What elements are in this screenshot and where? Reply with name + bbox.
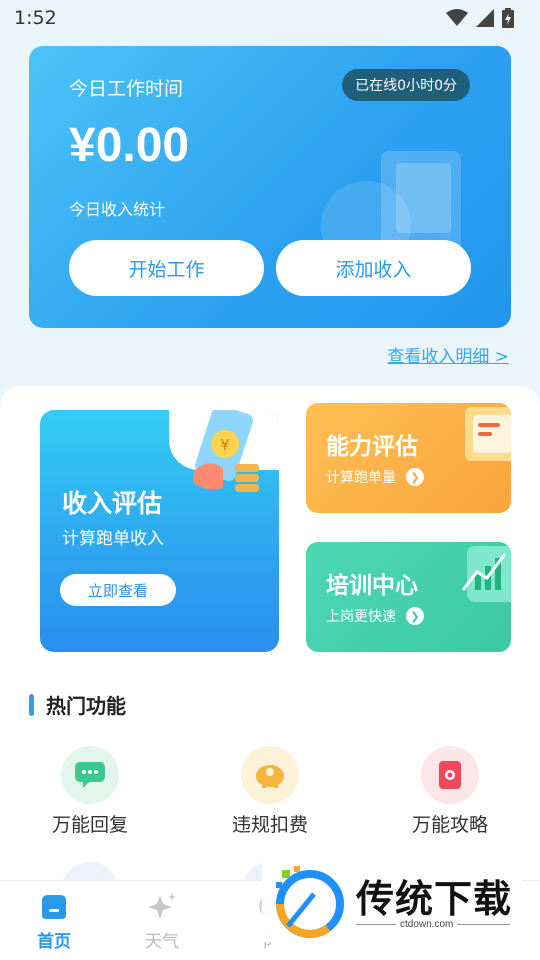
income-evaluation-title: 收入评估 <box>62 489 163 518</box>
hot-functions-title: 热门功能 <box>46 694 126 718</box>
training-center-title: 培训中心 <box>326 573 418 599</box>
watermark: 传统下载 ctdown.com <box>262 862 522 942</box>
training-center-subtitle: 上岗更快速 <box>326 609 396 625</box>
feature-violation-fee[interactable]: 违规扣费 <box>210 746 330 837</box>
watermark-url: ctdown.com <box>396 919 458 930</box>
nav-weather[interactable]: 天气 <box>127 891 197 952</box>
guide-book-icon <box>421 746 479 804</box>
nav-label: 首页 <box>37 932 71 952</box>
feature-universal-reply[interactable]: 万能回复 <box>30 746 150 837</box>
add-income-button[interactable]: 添加收入 <box>276 240 471 296</box>
feature-label: 万能回复 <box>51 814 128 836</box>
status-time: 1:52 <box>14 7 57 29</box>
today-income-label: 今日收入统计 <box>69 200 166 219</box>
status-bar: 1:52 <box>0 0 540 36</box>
svg-text:¥: ¥ <box>220 436 230 454</box>
online-duration-badge: 已在线0小时0分 <box>342 69 470 101</box>
section-accent-bar <box>29 693 34 716</box>
chat-bubble-icon <box>61 746 119 804</box>
signal-icon <box>476 9 494 27</box>
ability-evaluation-subtitle: 计算跑单量 <box>326 470 396 486</box>
home-icon <box>42 895 66 919</box>
folder-icon <box>465 407 511 461</box>
view-now-button[interactable]: 立即查看 <box>60 574 176 606</box>
wifi-icon <box>446 9 468 26</box>
arrow-right-icon: ❯ <box>406 607 424 625</box>
work-time-title: 今日工作时间 <box>69 78 184 100</box>
nav-label: 天气 <box>145 932 179 952</box>
feature-label: 万能攻略 <box>411 814 488 836</box>
battery-icon <box>502 8 514 28</box>
ability-evaluation-subtitle-row: 计算跑单量 ❯ <box>326 467 424 487</box>
work-time-card: 今日工作时间 已在线0小时0分 ¥0.00 今日收入统计 开始工作 添加收入 <box>29 46 511 328</box>
feature-label: 违规扣费 <box>231 814 308 836</box>
feature-universal-guide[interactable]: 万能攻略 <box>390 746 510 837</box>
training-center-subtitle-row: 上岗更快速 ❯ <box>326 606 424 626</box>
training-center-card[interactable]: 培训中心 上岗更快速 ❯ <box>306 542 511 652</box>
income-evaluation-subtitle: 计算跑单收入 <box>62 529 164 549</box>
view-income-details-link[interactable]: 查看收入明细 > <box>387 342 509 367</box>
hot-functions-header: 热门功能 <box>29 690 126 719</box>
nav-home[interactable]: 首页 <box>19 891 89 952</box>
growth-chart-icon <box>461 546 511 602</box>
start-work-button[interactable]: 开始工作 <box>69 240 264 296</box>
phone-coins-illustration-icon: ¥ <box>193 410 259 492</box>
income-evaluation-card[interactable]: ¥ 收入评估 计算跑单收入 立即查看 <box>40 410 279 652</box>
today-income-amount: ¥0.00 <box>69 119 190 172</box>
ability-evaluation-card[interactable]: 能力评估 计算跑单量 ❯ <box>306 403 511 513</box>
ability-evaluation-title: 能力评估 <box>326 434 418 460</box>
sparkle-icon <box>148 893 176 919</box>
arrow-right-icon: ❯ <box>406 468 424 486</box>
watermark-logo-icon <box>276 866 344 938</box>
watermark-text: 传统下载 <box>356 877 513 921</box>
piggy-bank-icon <box>241 746 299 804</box>
status-icons <box>446 8 514 28</box>
